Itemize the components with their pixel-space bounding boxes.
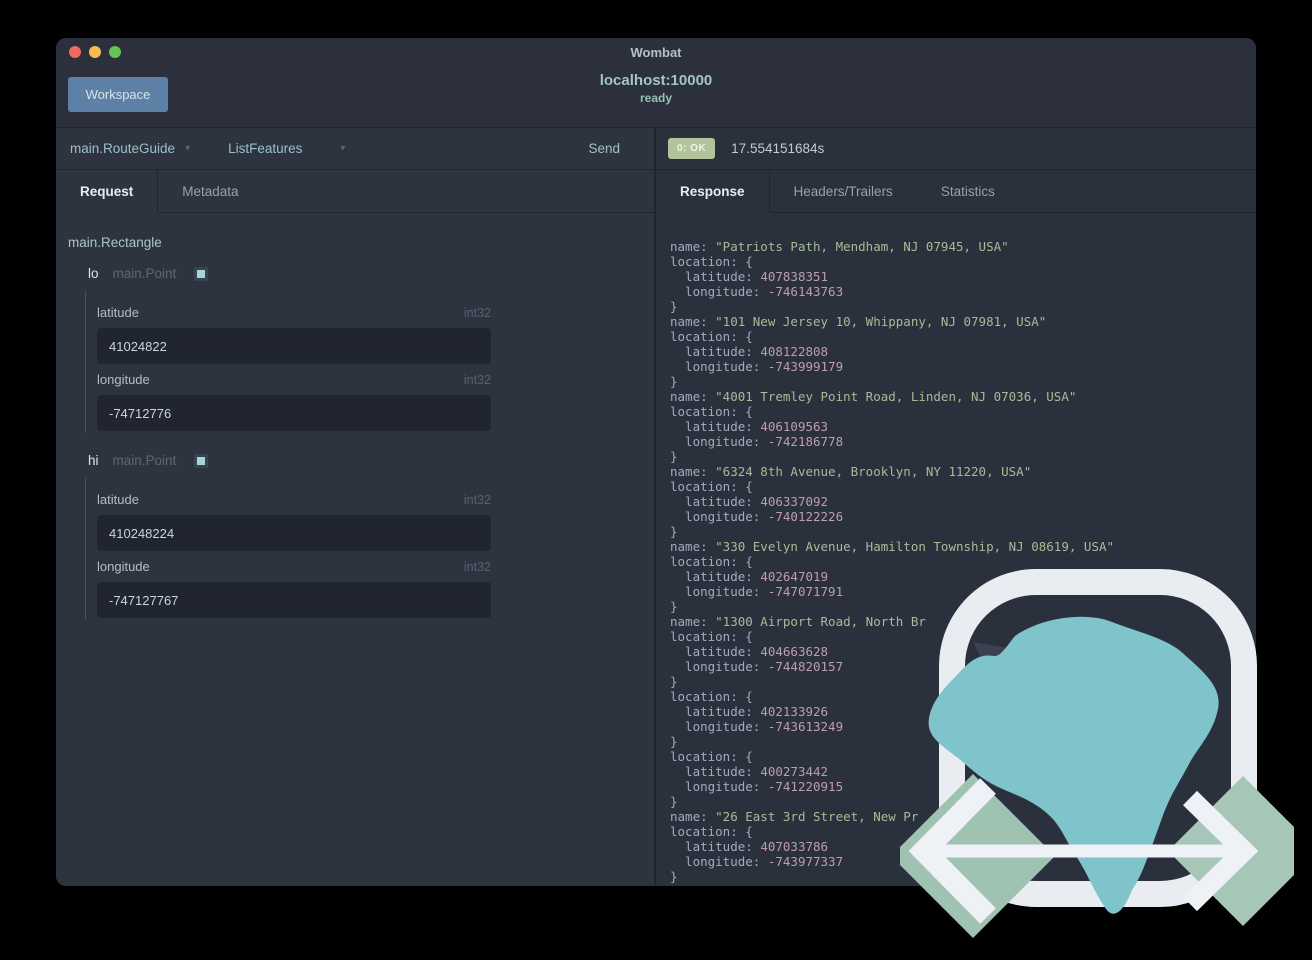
field-enabled-checkbox[interactable] [194, 266, 209, 281]
field-group-header: hi main.Point [88, 453, 640, 468]
header-row: Workspace localhost:10000 ready [56, 66, 1256, 128]
response-line: } [670, 374, 678, 389]
response-line: name: "4001 Tremley Point Road, Linden, … [670, 389, 1077, 404]
field-group-body: latitude int32 longitude int32 [85, 478, 640, 620]
field-enabled-checkbox[interactable] [194, 453, 209, 468]
response-line: latitude: 408122808 [670, 344, 829, 359]
field-type: main.Point [112, 266, 177, 281]
send-button[interactable]: Send [588, 141, 620, 156]
response-line: location: { [670, 404, 753, 419]
field-group-lo: lo main.Point latitude int32 41024822 lo… [85, 266, 640, 433]
response-line: } [670, 524, 678, 539]
field-name: hi [88, 453, 99, 468]
form-row: longitude int32 [97, 559, 491, 618]
latitude-input[interactable] [97, 328, 491, 364]
tab-metadata[interactable]: Metadata [158, 170, 262, 212]
form-row: latitude int32 [97, 305, 491, 364]
method-select[interactable]: ListFeatures ▾ [228, 141, 345, 156]
traffic-lights [69, 46, 121, 58]
message-type-label: main.Rectangle [68, 235, 162, 250]
response-line: longitude: -742186778 [670, 434, 844, 449]
response-line: location: { [670, 479, 753, 494]
minimize-button[interactable] [89, 46, 101, 58]
tab-statistics[interactable]: Statistics [917, 170, 1019, 212]
method-select-value: ListFeatures [228, 141, 303, 156]
field-proto-type: int32 [463, 493, 491, 507]
tab-response[interactable]: Response [656, 170, 770, 212]
response-line: longitude: -743999179 [670, 359, 844, 374]
response-line: longitude: -740122226 [670, 509, 844, 524]
response-line: } [670, 299, 678, 314]
field-type: main.Point [112, 453, 177, 468]
wombat-logo [900, 569, 1294, 938]
request-tabs: Request Metadata [56, 170, 654, 213]
field-label: latitude [97, 492, 139, 507]
field-group-header: lo main.Point [88, 266, 640, 281]
request-toolbar: main.RouteGuide ▾ ListFeatures ▾ Send [56, 128, 654, 170]
response-line: longitude: -746143763 [670, 284, 844, 299]
response-line: location: { [670, 254, 753, 269]
response-line: latitude: 407838351 [670, 269, 829, 284]
chevron-down-icon: ▾ [340, 143, 346, 154]
tab-request[interactable]: Request [56, 170, 159, 212]
response-line: name: "330 Evelyn Avenue, Hamilton Towns… [670, 539, 1115, 554]
field-label: latitude [97, 305, 139, 320]
response-line: latitude: 406337092 [670, 494, 829, 509]
call-duration: 17.554151684s [731, 141, 825, 156]
response-line: name: "Patriots Path, Mendham, NJ 07945,… [670, 239, 1009, 254]
request-form: main.Rectangle lo main.Point latitude in… [56, 213, 654, 620]
field-label: longitude [97, 559, 150, 574]
response-tabs: Response Headers/Trailers Statistics [656, 170, 1256, 213]
field-proto-type: int32 [463, 373, 491, 387]
titlebar: Wombat [56, 38, 1256, 66]
connection-status: localhost:10000 ready [56, 72, 1256, 105]
response-line: name: "101 New Jersey 10, Whippany, NJ 0… [670, 314, 1047, 329]
status-badge: 0: OK [668, 138, 716, 159]
longitude-input[interactable] [97, 582, 491, 618]
close-button[interactable] [69, 46, 81, 58]
latitude-input[interactable] [97, 515, 491, 551]
response-line: name: "6324 8th Avenue, Brooklyn, NY 112… [670, 464, 1032, 479]
request-pane: main.RouteGuide ▾ ListFeatures ▾ Send Re… [56, 128, 654, 885]
response-line: } [670, 449, 678, 464]
response-line: location: { [670, 329, 753, 344]
form-row: longitude int32 [97, 372, 491, 431]
service-select[interactable]: main.RouteGuide ▾ [70, 141, 190, 156]
service-select-value: main.RouteGuide [70, 141, 176, 156]
response-toolbar: 0: OK 17.554151684s [656, 128, 1256, 170]
field-group-body: latitude int32 longitude int32 [85, 291, 640, 433]
desktop: { "window_title": "Wombat", "header": { … [0, 0, 1312, 960]
field-proto-type: int32 [463, 306, 491, 320]
tab-headers-trailers[interactable]: Headers/Trailers [770, 170, 917, 212]
window-title: Wombat [630, 45, 682, 60]
field-label: longitude [97, 372, 150, 387]
field-proto-type: int32 [463, 560, 491, 574]
form-row: latitude int32 [97, 492, 491, 551]
response-line: latitude: 406109563 [670, 419, 829, 434]
connection-state: ready [639, 91, 673, 105]
host-address: localhost:10000 [599, 72, 713, 89]
chevron-down-icon: ▾ [185, 143, 191, 154]
zoom-button[interactable] [109, 46, 121, 58]
longitude-input[interactable] [97, 395, 491, 431]
field-group-hi: hi main.Point latitude int32 410248224 l… [85, 453, 640, 620]
request-content: main.Rectangle lo main.Point latitude in… [56, 213, 654, 885]
field-name: lo [88, 266, 99, 281]
